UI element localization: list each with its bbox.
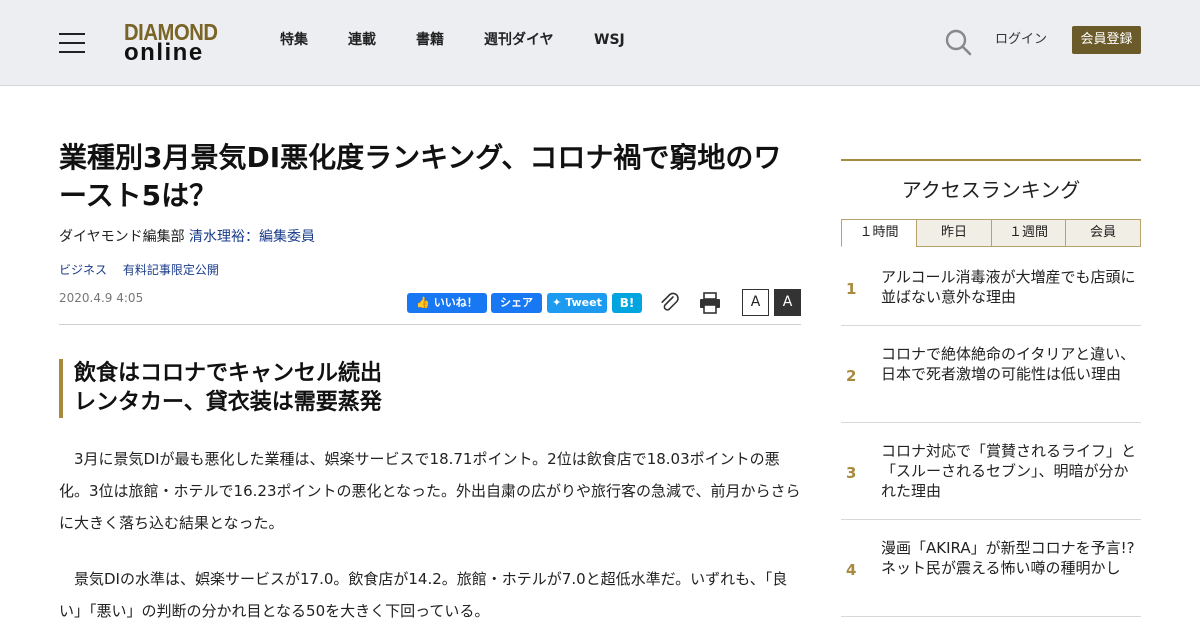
print-icon[interactable]: [698, 291, 722, 315]
byline: ダイヤモンド編集部 清水理裕：編集委員: [59, 227, 315, 247]
login-link[interactable]: ログイン: [995, 31, 1047, 49]
nav-item-shoseki[interactable]: 書籍: [416, 30, 444, 50]
tweet-button[interactable]: ✦ Tweet: [547, 293, 607, 313]
tag-business[interactable]: ビジネス: [59, 263, 107, 277]
menu-icon[interactable]: [59, 31, 85, 53]
search-icon[interactable]: [944, 28, 972, 56]
nav-item-wsj[interactable]: WSJ: [594, 30, 625, 50]
subheading-line-2: レンタカー、貸衣装は需要蒸発: [74, 390, 382, 415]
subheading-line-1: 飲食はコロナでキャンセル続出: [74, 361, 383, 386]
ranking-title: アクセスランキング: [901, 178, 1081, 202]
tweet-label: Tweet: [565, 296, 602, 309]
tab-members[interactable]: 会員: [1065, 219, 1141, 247]
ranking-item[interactable]: 2 コロナで絶体絶命のイタリアと違い、日本で死者激増の可能性は低い理由: [841, 326, 1141, 423]
rank-headline: アルコール消毒液が大増産でも店頭に並ばない意外な理由: [881, 268, 1136, 306]
fb-like-label: いいね！: [433, 296, 478, 309]
ranking-tabs: １時間 昨日 １週間 会員: [841, 219, 1141, 247]
byline-author-link[interactable]: 清水理裕：編集委員: [189, 229, 315, 245]
nav-item-tokushu[interactable]: 特集: [280, 30, 308, 50]
rank-number: 1: [846, 280, 857, 298]
ranking-top-border: [841, 159, 1141, 161]
article-tags: ビジネス 有料記事限定公開: [59, 261, 231, 279]
font-size-large-button[interactable]: A: [774, 289, 801, 316]
font-size-small-button[interactable]: A: [742, 289, 769, 316]
paperclip-icon[interactable]: [658, 291, 680, 313]
article-paragraph: 3月に景気DIが最も悪化した業種は、娯楽サービスで18.71ポイント。2位は飲食…: [59, 450, 801, 532]
nav-item-rensai[interactable]: 連載: [348, 30, 376, 50]
rank-number: 3: [846, 464, 857, 482]
rank-number: 2: [846, 367, 857, 385]
facebook-share-button[interactable]: シェア: [491, 293, 542, 313]
ranking-item[interactable]: 3 コロナ対応で「賞賛されるライフ」と「スルーされるセブン」、明暗が分かれた理由: [841, 423, 1141, 520]
rank-headline: コロナで絶体絶命のイタリアと違い、日本で死者激増の可能性は低い理由: [881, 345, 1136, 383]
thumbs-up-icon: 👍: [416, 296, 430, 309]
twitter-bird-icon: ✦: [552, 296, 562, 309]
site-header: DIAMOND online 特集 連載 書籍 週刊ダイヤ WSJ ログイン 会…: [0, 0, 1200, 86]
rank-headline: コロナ対応で「賞賛されるライフ」と「スルーされるセブン」、明暗が分かれた理由: [881, 442, 1137, 500]
divider: [59, 324, 801, 325]
byline-dept: ダイヤモンド編集部: [59, 229, 185, 245]
logo-bottom: online: [124, 39, 204, 66]
rank-headline: 漫画「AKIRA」が新型コロナを予言!?ネット民が震える怖い噂の種明かし: [881, 539, 1135, 577]
nav-item-weekly-diamond[interactable]: 週刊ダイヤ: [484, 30, 554, 50]
article-title: 業種別3月景気DI悪化度ランキング、コロナ禍で窮地のワースト5は？: [59, 141, 782, 212]
tab-1week[interactable]: １週間: [991, 219, 1066, 247]
tab-1hour[interactable]: １時間: [841, 219, 917, 247]
hatena-bookmark-button[interactable]: B!: [612, 293, 642, 313]
register-button[interactable]: 会員登録: [1072, 26, 1141, 54]
tag-paid-limited[interactable]: 有料記事限定公開: [123, 263, 219, 277]
ranking-item[interactable]: 1 アルコール消毒液が大増産でも店頭に並ばない意外な理由: [841, 247, 1141, 326]
facebook-like-button[interactable]: 👍 いいね！: [407, 293, 487, 313]
article-subheading: 飲食はコロナでキャンセル続出 レンタカー、貸衣装は需要蒸発: [59, 359, 801, 418]
tab-yesterday[interactable]: 昨日: [916, 219, 992, 247]
publish-date: 2020.4.9 4:05: [59, 291, 144, 305]
site-logo[interactable]: DIAMOND online: [124, 19, 228, 65]
article-paragraph: 景気DIの水準は、娯楽サービスが17.0。飲食店が14.2。旅館・ホテルが7.0…: [59, 570, 788, 620]
rank-number: 4: [846, 561, 857, 579]
ranking-item[interactable]: 4 漫画「AKIRA」が新型コロナを予言!?ネット民が震える怖い噂の種明かし: [841, 520, 1141, 617]
